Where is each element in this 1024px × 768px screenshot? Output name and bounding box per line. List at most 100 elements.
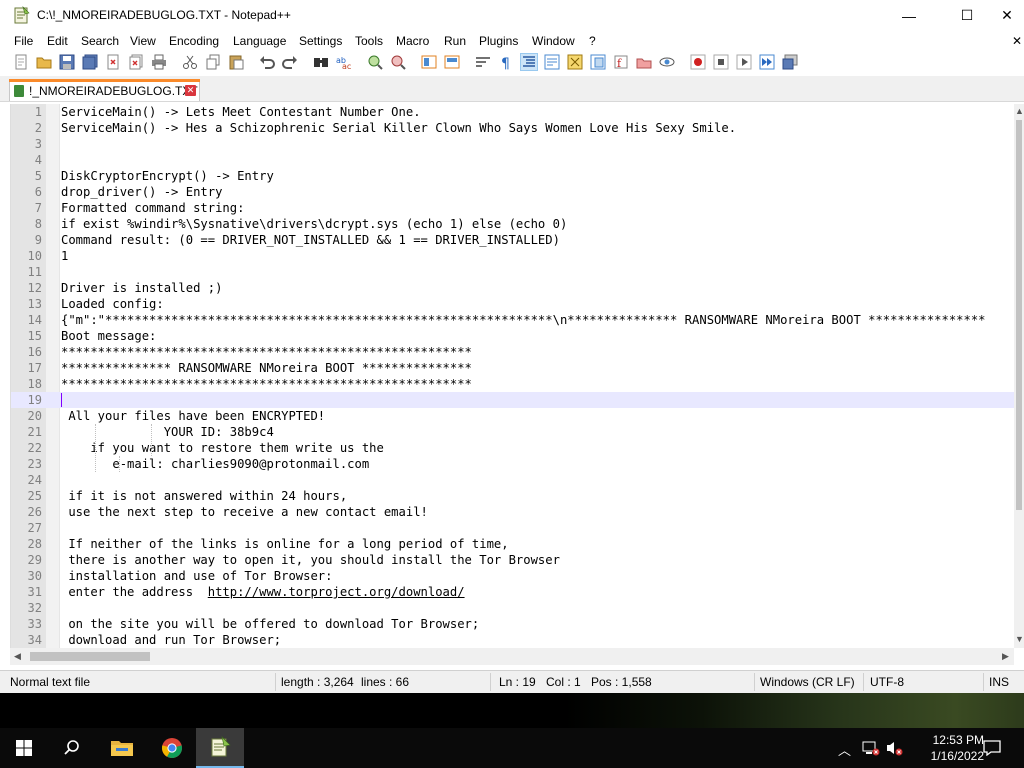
close-document-button[interactable]: ✕: [1012, 34, 1022, 48]
menu-encoding[interactable]: Encoding: [169, 34, 219, 48]
word-wrap-icon[interactable]: [475, 54, 491, 70]
code-line[interactable]: 12 Driver is installed ;): [11, 280, 1015, 296]
menu-run[interactable]: Run: [444, 34, 466, 48]
show-all-chars-icon[interactable]: ¶: [498, 54, 514, 70]
sync-vertical-icon[interactable]: [421, 54, 437, 70]
status-encoding[interactable]: UTF-8: [870, 675, 904, 689]
code-line[interactable]: 26 use the next step to receive a new co…: [11, 504, 1015, 520]
open-file-icon[interactable]: [36, 54, 52, 70]
status-insert-mode[interactable]: INS: [989, 675, 1009, 689]
taskbar-file-explorer[interactable]: [98, 728, 146, 768]
code-line[interactable]: 19: [11, 392, 1015, 408]
menu-language[interactable]: Language: [233, 34, 286, 48]
code-line[interactable]: 18 **************************************…: [11, 376, 1015, 392]
code-line[interactable]: 28 If neither of the links is online for…: [11, 536, 1015, 552]
code-line[interactable]: 32: [11, 600, 1015, 616]
code-line[interactable]: 21 YOUR ID: 38b9c4: [11, 424, 1015, 440]
scroll-right-icon[interactable]: ▶: [1002, 651, 1009, 662]
editor-area[interactable]: 1 ServiceMain() -> Lets Meet Contestant N…: [10, 104, 1015, 648]
vertical-scroll-thumb[interactable]: [1016, 120, 1022, 510]
horizontal-scroll-thumb[interactable]: [30, 652, 150, 661]
volume-icon[interactable]: [886, 740, 904, 756]
code-line[interactable]: 11: [11, 264, 1015, 280]
code-line[interactable]: 2 ServiceMain() -> Hes a Schizophrenic Se…: [11, 120, 1015, 136]
horizontal-scrollbar[interactable]: ◀ ▶: [10, 648, 1014, 665]
project-panel-icon[interactable]: [636, 54, 652, 70]
title-bar[interactable]: C:\!_NMOREIRADEBUGLOG.TXT - Notepad++ — …: [0, 0, 1024, 31]
taskbar-chrome[interactable]: [148, 728, 196, 768]
code-line[interactable]: 14 {"m":"********************************…: [11, 312, 1015, 328]
indent-guide-icon[interactable]: [520, 53, 538, 71]
code-line[interactable]: 5 DiskCryptorEncrypt() -> Entry: [11, 168, 1015, 184]
code-line[interactable]: 1 ServiceMain() -> Lets Meet Contestant N…: [11, 104, 1015, 120]
hyperlink[interactable]: http://www.torproject.org/download/: [208, 585, 465, 599]
doc-map-icon[interactable]: [567, 54, 583, 70]
menu-file[interactable]: File: [14, 34, 33, 48]
play-macro-icon[interactable]: [736, 54, 752, 70]
code-line[interactable]: 10 1: [11, 248, 1015, 264]
minimize-button[interactable]: —: [886, 0, 932, 31]
code-line[interactable]: 4: [11, 152, 1015, 168]
menu-settings[interactable]: Settings: [299, 34, 342, 48]
menu-tools[interactable]: Tools: [355, 34, 383, 48]
code-line[interactable]: 24: [11, 472, 1015, 488]
start-button[interactable]: [0, 728, 48, 768]
code-line[interactable]: 30 installation and use of Tor Browser:: [11, 568, 1015, 584]
print-icon[interactable]: [151, 54, 167, 70]
close-button[interactable]: ✕: [990, 0, 1024, 31]
save-all-icon[interactable]: [82, 54, 98, 70]
close-all-icon[interactable]: [128, 54, 144, 70]
code-line[interactable]: 8 if exist %windir%\Sysnative\drivers\dcr…: [11, 216, 1015, 232]
menu-search[interactable]: Search: [81, 34, 119, 48]
new-file-icon[interactable]: [13, 54, 29, 70]
code-line[interactable]: 33 on the site you will be offered to do…: [11, 616, 1015, 632]
code-line[interactable]: 22 if you want to restore them write us …: [11, 440, 1015, 456]
monitoring-icon[interactable]: [659, 54, 675, 70]
code-line[interactable]: 7 Formatted command string:: [11, 200, 1015, 216]
stop-macro-icon[interactable]: [713, 54, 729, 70]
find-icon[interactable]: [313, 54, 329, 70]
code-line[interactable]: 3: [11, 136, 1015, 152]
close-file-icon[interactable]: [105, 54, 121, 70]
save-icon[interactable]: [59, 54, 75, 70]
cut-icon[interactable]: [182, 54, 198, 70]
menu-view[interactable]: View: [130, 34, 156, 48]
code-line[interactable]: 16 **************************************…: [11, 344, 1015, 360]
code-line[interactable]: 25 if it is not answered within 24 hours…: [11, 488, 1015, 504]
status-eol[interactable]: Windows (CR LF): [760, 675, 855, 689]
function-list-icon[interactable]: [590, 54, 606, 70]
code-line[interactable]: 31 enter the address http://www.torproje…: [11, 584, 1015, 600]
scroll-up-icon[interactable]: ▲: [1015, 106, 1024, 116]
replace-icon[interactable]: abac: [336, 54, 352, 70]
code-line[interactable]: 6 drop_driver() -> Entry: [11, 184, 1015, 200]
folder-workspace-icon[interactable]: f: [613, 54, 629, 70]
zoom-in-icon[interactable]: [367, 54, 383, 70]
notifications-icon[interactable]: [983, 740, 1001, 756]
code-line[interactable]: 27: [11, 520, 1015, 536]
menu-window[interactable]: Window: [532, 34, 575, 48]
taskbar-search-button[interactable]: [48, 728, 96, 768]
code-line[interactable]: 20 All your files have been ENCRYPTED!: [11, 408, 1015, 424]
language-icon[interactable]: [544, 54, 560, 70]
code-line[interactable]: 15 Boot message:: [11, 328, 1015, 344]
record-macro-icon[interactable]: [690, 54, 706, 70]
code-line[interactable]: 17 *************** RANSOMWARE NMoreira BO…: [11, 360, 1015, 376]
code-line[interactable]: 23 e-mail: charlies9090@protonmail.com: [11, 456, 1015, 472]
tab-close-icon[interactable]: ✕: [185, 85, 196, 96]
scroll-down-icon[interactable]: ▼: [1015, 634, 1024, 644]
menu-edit[interactable]: Edit: [47, 34, 68, 48]
menu-help[interactable]: ?: [589, 34, 596, 48]
show-hidden-icons-chevron-icon[interactable]: ︿: [838, 740, 851, 759]
code-line[interactable]: 13 Loaded config:: [11, 296, 1015, 312]
zoom-out-icon[interactable]: [390, 54, 406, 70]
system-clock[interactable]: 12:53 PM 1/16/2022: [931, 732, 984, 764]
save-macro-icon[interactable]: [782, 54, 798, 70]
paste-icon[interactable]: [228, 54, 244, 70]
maximize-button[interactable]: ☐: [944, 0, 990, 31]
tab-nmoreiradebuglog[interactable]: !_NMOREIRADEBUGLOG.TXT ✕: [9, 79, 200, 101]
copy-icon[interactable]: [205, 54, 221, 70]
undo-icon[interactable]: [259, 54, 275, 70]
vertical-scrollbar[interactable]: ▲ ▼: [1014, 104, 1024, 648]
code-line[interactable]: 34 download and run Tor Browser;: [11, 632, 1015, 648]
sync-horizontal-icon[interactable]: [444, 54, 460, 70]
